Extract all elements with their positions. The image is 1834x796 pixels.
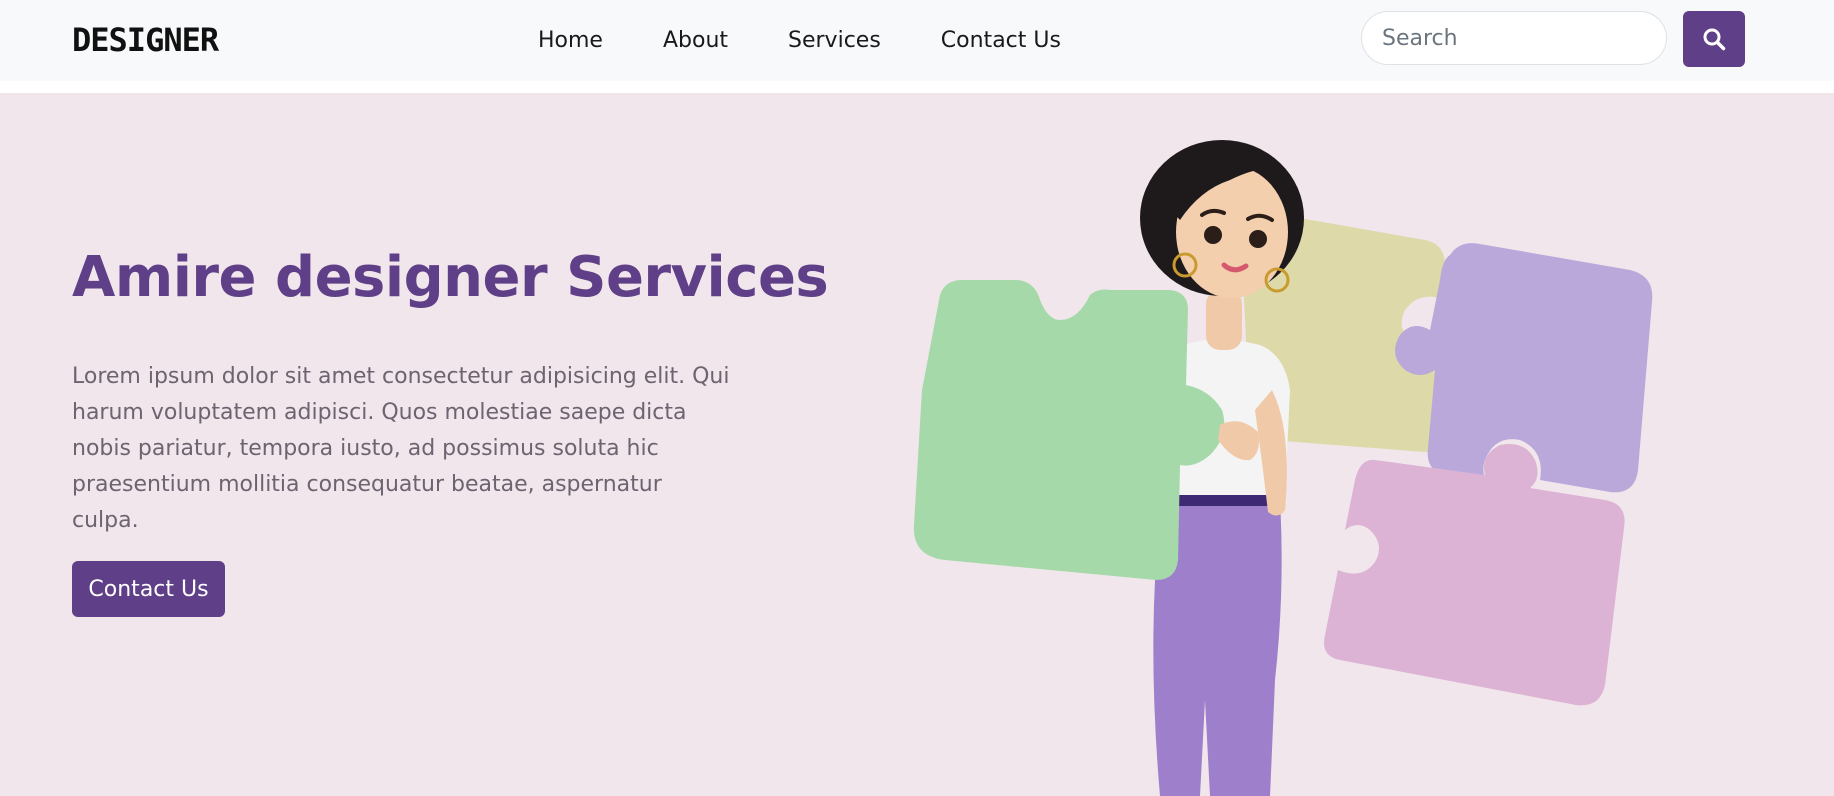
nav-link-home[interactable]: Home — [538, 24, 603, 58]
woman-left-eye — [1204, 226, 1222, 244]
navbar: DESIGNER Home About Services Contact Us — [0, 0, 1834, 81]
woman-right-eye — [1249, 230, 1267, 248]
nav-link-contact[interactable]: Contact Us — [941, 24, 1061, 58]
woman-neck — [1206, 290, 1242, 350]
nav-link-services[interactable]: Services — [788, 24, 881, 58]
navbar-divider — [0, 81, 1834, 93]
search-button[interactable] — [1683, 11, 1745, 67]
green-puzzle-piece — [913, 280, 1225, 580]
search-input[interactable] — [1361, 11, 1667, 65]
hero-description: Lorem ipsum dolor sit amet consectetur a… — [72, 364, 730, 533]
contact-us-button[interactable]: Contact Us — [72, 561, 225, 617]
search-icon — [1703, 28, 1726, 51]
hero-title: Amire designer Services — [72, 245, 829, 310]
brand-logo[interactable]: DESIGNER — [72, 18, 219, 62]
nav-link-about[interactable]: About — [663, 24, 728, 58]
hero-illustration — [913, 140, 1653, 796]
nav-links: Home About Services Contact Us — [538, 24, 1061, 58]
